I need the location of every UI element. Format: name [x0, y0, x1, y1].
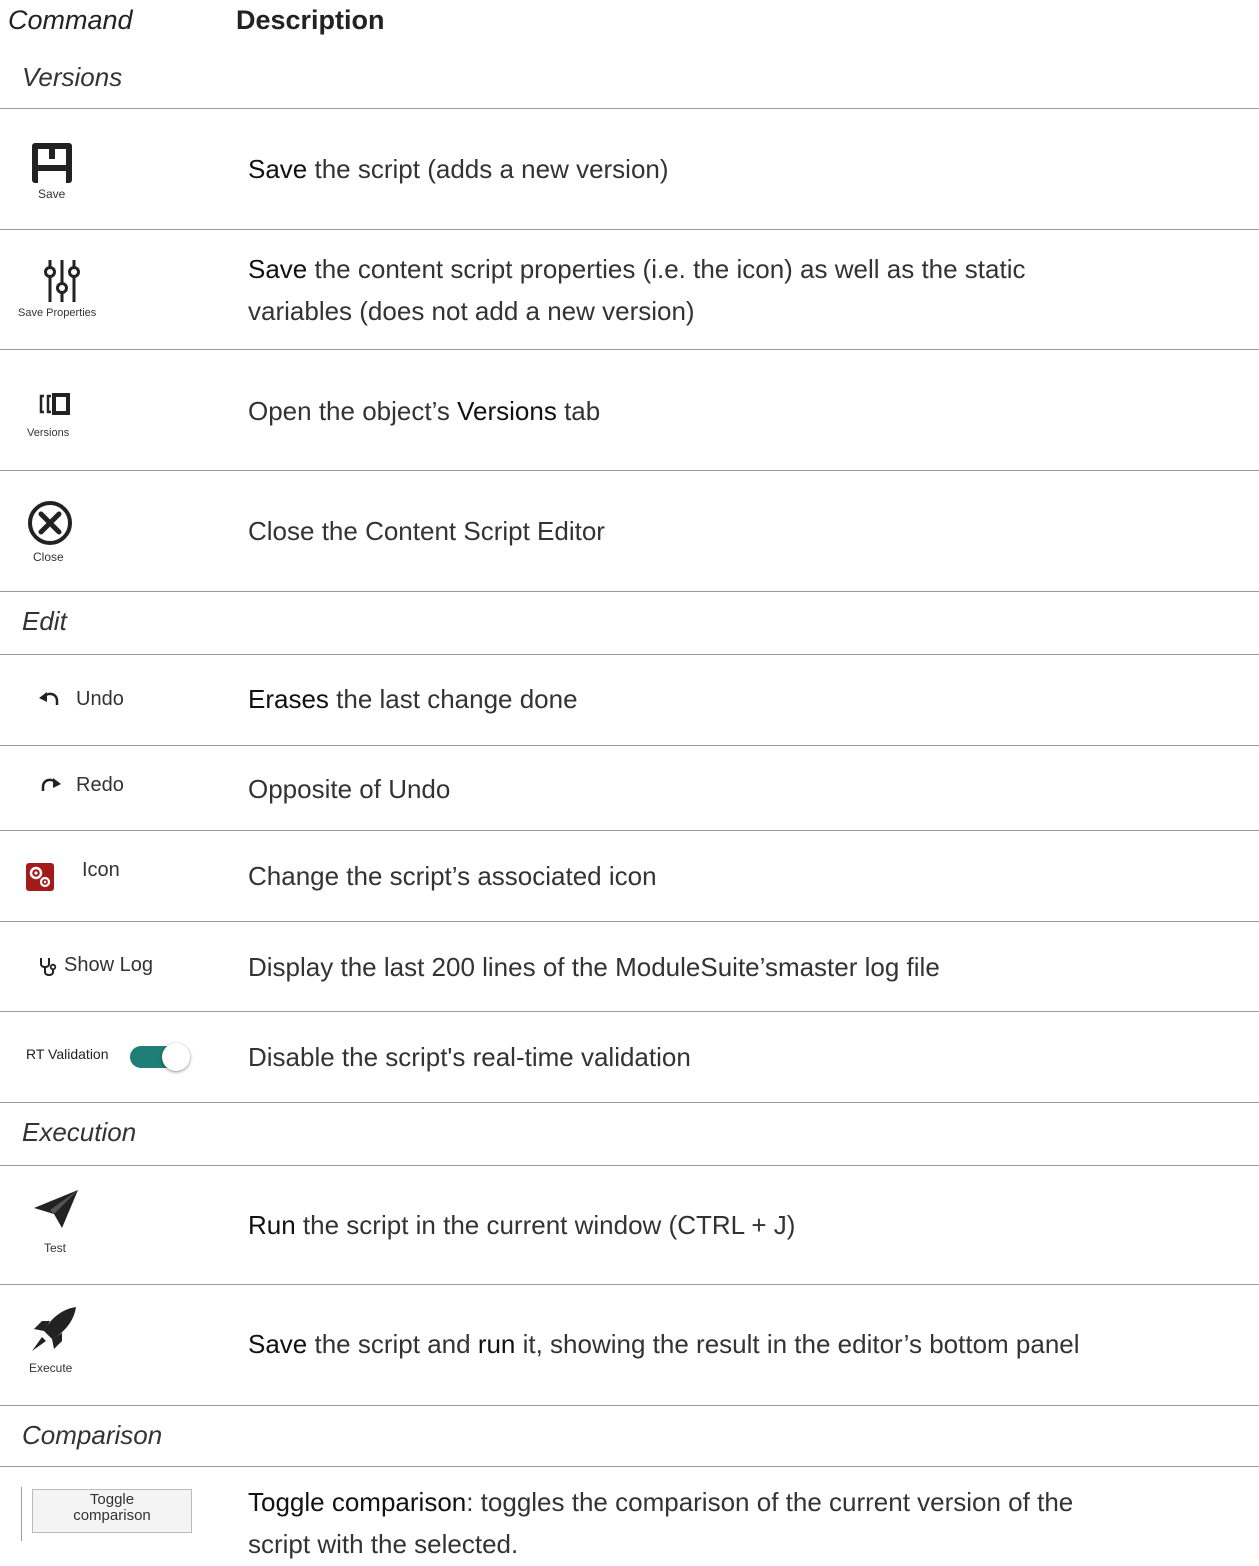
section-title: Edit [22, 606, 67, 636]
section-title: Comparison [22, 1420, 163, 1450]
section-title: Execution [22, 1117, 137, 1147]
section-edit: Edit [0, 592, 1259, 655]
rt-validation-toggle[interactable] [130, 1042, 194, 1072]
table-row-versions: Versions Open the object’s Versions tab [0, 350, 1259, 471]
save-icon-label: Save [38, 187, 66, 201]
table-row-redo: Redo Opposite of Undo [0, 746, 1259, 831]
description-text: the script (adds a new version) [307, 154, 669, 184]
close-icon-label: Close [33, 550, 64, 564]
table-row-show-log: Show Log Display the last 200 lines of t… [0, 922, 1259, 1012]
section-execution: Execution [0, 1103, 1259, 1166]
icon-description: Change the script’s associated icon [248, 861, 657, 891]
show-log-description: Display the last 200 lines of the Module… [248, 952, 940, 982]
rt-validation-command: RT Validation [0, 1012, 230, 1102]
keyword: Run [248, 1210, 296, 1240]
save-properties-icon-label: Save Properties [18, 307, 97, 319]
save-properties-description: Save the content script properties (i.e.… [248, 248, 1238, 332]
header-description: Description [236, 5, 385, 35]
redo-label: Redo [76, 774, 124, 796]
toggle-comparison-button[interactable]: Toggle comparison [32, 1489, 192, 1533]
section-title: Versions [22, 62, 123, 92]
close-circle-icon [28, 501, 72, 545]
rocket-icon [32, 1307, 76, 1351]
test-icon-label: Test [44, 1241, 67, 1255]
versions-icon [39, 393, 70, 415]
keyword: Save [248, 154, 308, 184]
save-properties-command[interactable]: Save Properties [0, 230, 230, 349]
description-text: tab [556, 396, 601, 426]
save-description: Save the script (adds a new version) [248, 148, 1238, 190]
description-text: Open the object’s [248, 396, 458, 426]
sliders-icon [44, 260, 80, 302]
show-log-label: Show Log [64, 954, 153, 976]
save-command[interactable]: Save [0, 109, 230, 229]
close-command[interactable]: Close [0, 471, 230, 591]
divider [21, 1487, 22, 1541]
redo-description: Opposite of Undo [248, 774, 451, 804]
execute-command[interactable]: Execute [0, 1285, 230, 1405]
icon-command[interactable]: Icon [0, 831, 230, 921]
section-versions: Versions [0, 46, 1259, 109]
icon-label: Icon [82, 859, 120, 881]
description-text-line2: variables (does not add a new version) [248, 296, 695, 326]
test-command[interactable]: Test [0, 1166, 230, 1284]
execute-description: Save the script and run it, showing the … [248, 1323, 1238, 1365]
description-text: the script and [307, 1329, 478, 1359]
description-text-line2: script with the selected. [248, 1529, 519, 1559]
versions-icon-label: Versions [27, 427, 70, 439]
floppy-disk-icon [32, 143, 72, 183]
close-description: Close the Content Script Editor [248, 516, 605, 546]
description-text: the last change done [328, 684, 578, 714]
table-row-test: Test Run the script in the current windo… [0, 1166, 1259, 1285]
keyword: Versions [457, 396, 557, 426]
keyword: run [477, 1329, 516, 1359]
description-text: the content script properties (i.e. the … [307, 254, 1026, 284]
keyword: Erases [248, 684, 329, 714]
description-text: the script in the current window (CTRL +… [295, 1210, 796, 1240]
keyword: Save [248, 254, 308, 284]
redo-command[interactable]: Redo [0, 746, 230, 830]
paper-plane-icon [34, 1190, 78, 1228]
rt-validation-label: RT Validation [26, 1046, 109, 1062]
section-comparison: Comparison [0, 1406, 1259, 1467]
header-command: Command [8, 5, 133, 35]
description-text: : toggles the comparison of the current … [466, 1487, 1074, 1517]
redo-icon [41, 778, 61, 791]
versions-command[interactable]: Versions [0, 350, 230, 470]
button-label-line2: comparison [73, 1507, 151, 1524]
button-label-line1: Toggle [89, 1491, 135, 1508]
undo-command[interactable]: Undo [0, 655, 230, 745]
table-row-close: Close Close the Content Script Editor [0, 471, 1259, 592]
table-row-icon: Icon Change the script’s associated icon [0, 831, 1259, 922]
table-row-save: Save Save the script (adds a new version… [0, 109, 1259, 230]
execute-icon-label: Execute [29, 1361, 73, 1375]
keyword: Toggle comparison [248, 1487, 467, 1517]
table-row-rt-validation: RT Validation Disable the script's real-… [0, 1012, 1259, 1103]
table-row-toggle-comparison: Toggle comparison Toggle comparison: tog… [0, 1467, 1259, 1566]
table-row-save-properties: Save Properties Save the content script … [0, 230, 1259, 350]
toggle-knob [162, 1043, 190, 1071]
versions-description: Open the object’s Versions tab [248, 390, 1238, 432]
table-row-execute: Execute Save the script and run it, show… [0, 1285, 1259, 1406]
toggle-comparison-description: Toggle comparison: toggles the compariso… [248, 1481, 1238, 1565]
table-header: Command Description [0, 0, 1259, 46]
show-log-command[interactable]: Show Log [0, 922, 230, 1011]
description-text: it, showing the result in the editor’s b… [515, 1329, 1080, 1359]
stethoscope-icon [40, 958, 57, 976]
undo-description: Erases the last change done [248, 678, 1238, 720]
rt-validation-description: Disable the script's real-time validatio… [248, 1042, 691, 1072]
undo-icon [39, 692, 59, 705]
gears-icon [26, 863, 54, 891]
keyword: Save [248, 1329, 308, 1359]
test-description: Run the script in the current window (CT… [248, 1204, 1238, 1246]
table-row-undo: Undo Erases the last change done [0, 655, 1259, 746]
undo-label: Undo [76, 688, 124, 710]
